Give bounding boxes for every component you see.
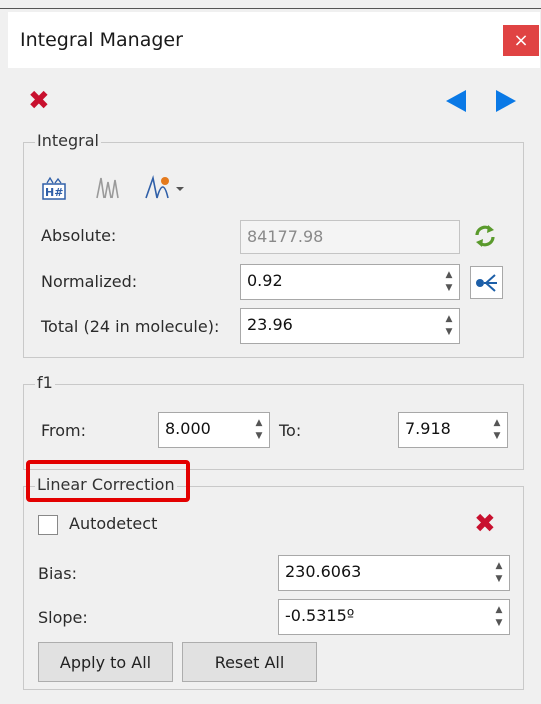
normalized-label: Normalized: [41,272,138,291]
peak-fit-dropdown-icon[interactable] [143,172,187,202]
autodetect-checkbox[interactable] [38,515,58,535]
next-arrow-icon[interactable] [496,90,516,112]
normalized-spinner-icon[interactable]: ▲ ▼ [443,269,455,295]
from-spinner-icon[interactable]: ▲ ▼ [253,417,265,443]
clear-correction-icon[interactable]: ✖ [474,511,496,537]
slope-input[interactable]: -0.5315º ▲ ▼ [278,599,510,635]
bias-label: Bias: [38,564,77,583]
h-number-icon[interactable]: H# [41,176,71,202]
title-bar: Integral Manager × [8,12,540,68]
to-value: 7.918 [405,419,451,438]
delete-integral-icon[interactable]: ✖ [28,88,50,114]
from-value: 8.000 [165,419,211,438]
integral-manager-panel: ✖ Integral H# Absolute: 84177.98 Normali… [8,68,540,704]
top-border-line [0,8,541,9]
absolute-field: 84177.98 [240,220,460,254]
normalize-icon [476,274,497,292]
autodetect-label: Autodetect [69,514,158,533]
total-spinner-icon[interactable]: ▲ ▼ [443,313,455,339]
svg-text:H#: H# [45,186,63,199]
bias-value: 230.6063 [285,562,362,581]
reset-all-button[interactable]: Reset All [182,642,317,682]
to-label: To: [279,421,302,440]
normalized-input[interactable]: 0.92 ▲ ▼ [240,264,460,300]
slope-value: -0.5315º [285,606,355,625]
window-title: Integral Manager [20,29,183,51]
bias-input[interactable]: 230.6063 ▲ ▼ [278,555,510,591]
total-input[interactable]: 23.96 ▲ ▼ [240,308,460,344]
apply-to-all-button[interactable]: Apply to All [38,642,173,682]
slope-spinner-icon[interactable]: ▲ ▼ [493,604,505,630]
from-input[interactable]: 8.000 ▲ ▼ [158,412,270,448]
to-spinner-icon[interactable]: ▲ ▼ [491,417,503,443]
to-input[interactable]: 7.918 ▲ ▼ [398,412,508,448]
bias-spinner-icon[interactable]: ▲ ▼ [493,560,505,586]
slope-label: Slope: [38,608,88,627]
absolute-label: Absolute: [41,226,117,245]
normalize-button[interactable] [470,266,503,299]
highlight-box [26,460,190,502]
refresh-icon[interactable] [471,222,499,250]
total-value: 23.96 [247,315,293,334]
close-button[interactable]: × [503,25,539,56]
previous-arrow-icon[interactable] [446,90,466,112]
from-label: From: [41,421,87,440]
normalized-value: 0.92 [247,271,283,290]
total-label: Total (24 in molecule): [41,317,220,336]
f1-group-label: f1 [35,373,55,392]
multiplet-icon[interactable] [93,174,123,202]
integral-group-label: Integral [35,131,101,150]
